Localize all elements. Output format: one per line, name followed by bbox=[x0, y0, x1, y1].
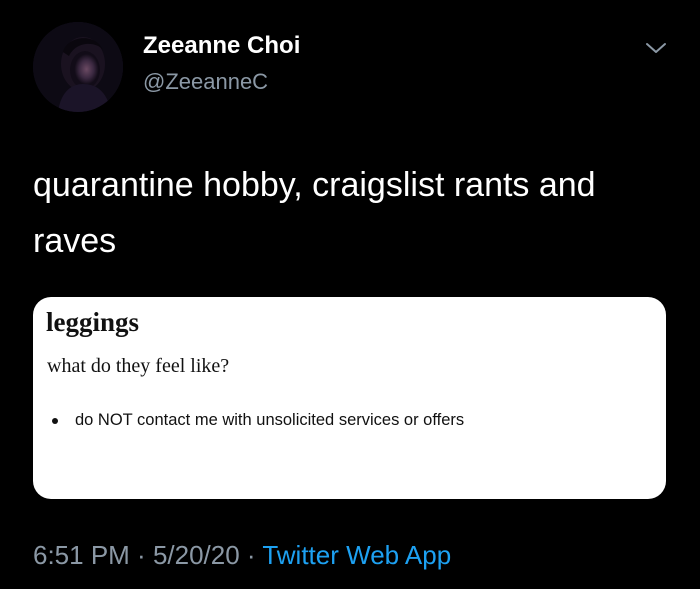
avatar-image bbox=[33, 22, 123, 112]
meta-separator: · bbox=[129, 540, 153, 570]
tweet-meta: 6:51 PM · 5/20/20 · Twitter Web App bbox=[33, 540, 451, 571]
card-bullet-list: do NOT contact me with unsolicited servi… bbox=[47, 411, 464, 430]
card-subtitle: what do they feel like? bbox=[47, 355, 230, 377]
attached-image-card[interactable]: leggings what do they feel like? do NOT … bbox=[33, 297, 666, 499]
avatar[interactable] bbox=[33, 22, 123, 112]
card-title: leggings bbox=[46, 307, 140, 337]
author-name[interactable]: Zeeanne Choi bbox=[143, 32, 300, 60]
tweet-source-link[interactable]: Twitter Web App bbox=[262, 540, 451, 570]
meta-separator: · bbox=[239, 540, 263, 570]
tweet-text: quarantine hobby, craigslist rants and r… bbox=[33, 166, 596, 260]
tweet-date[interactable]: 5/20/20 bbox=[153, 540, 240, 570]
bullet-icon bbox=[52, 418, 58, 424]
chevron-down-icon[interactable] bbox=[644, 40, 668, 56]
author-handle[interactable]: @ZeeanneC bbox=[143, 69, 268, 95]
card-bullet-item: do NOT contact me with unsolicited servi… bbox=[47, 411, 464, 430]
tweet-time[interactable]: 6:51 PM bbox=[33, 540, 130, 570]
card-bullet-text: do NOT contact me with unsolicited servi… bbox=[75, 411, 465, 429]
